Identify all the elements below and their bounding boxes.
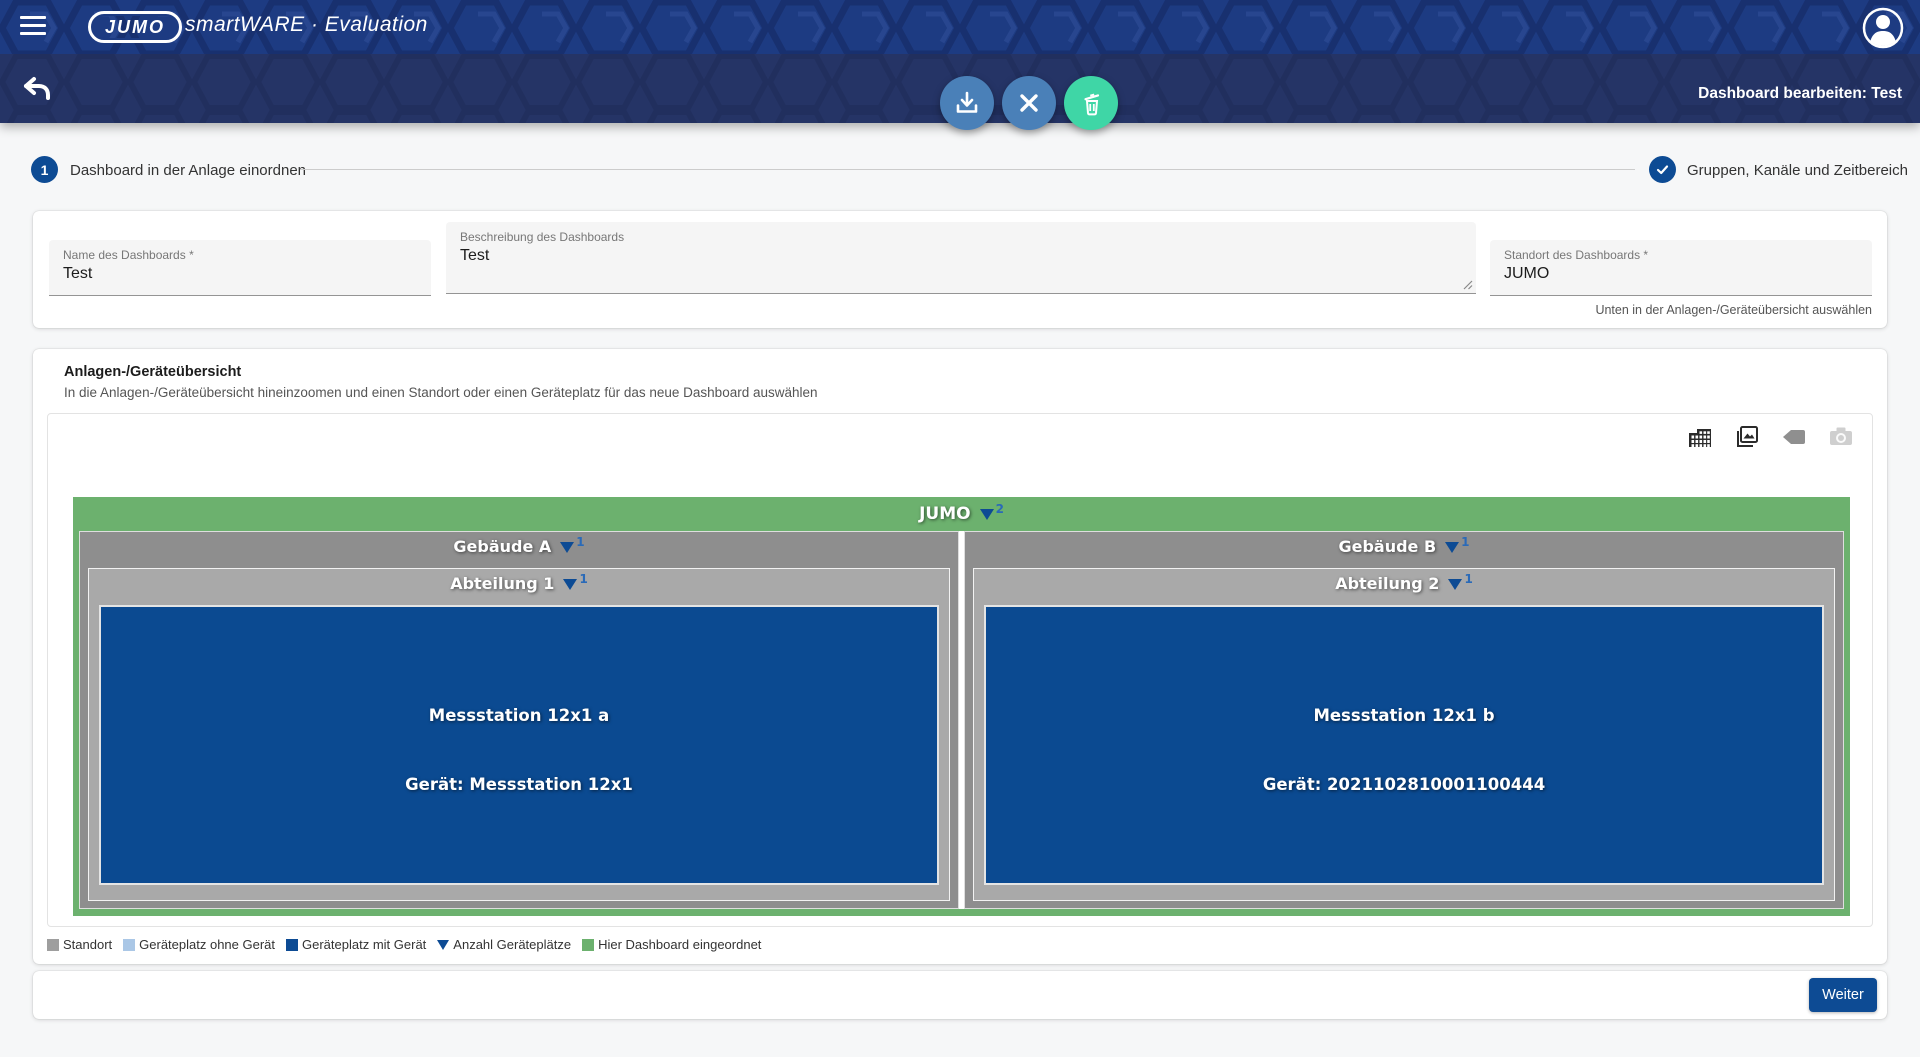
dashboard-here-swatch: [582, 939, 594, 951]
device-slot-a[interactable]: Messstation 12x1 a Gerät: Messstation 12…: [99, 605, 939, 885]
plant-map: JUMO 2 Gebäude A 1: [73, 497, 1850, 916]
wizard-footer-card: Weiter: [33, 971, 1887, 1019]
image-view-icon[interactable]: [1732, 422, 1762, 452]
plant-overview-card: Anlagen-/Geräteübersicht In die Anlagen-…: [33, 349, 1887, 964]
location-hint: Unten in der Anlagen-/Geräteübersicht au…: [1595, 303, 1872, 317]
close-icon: [1017, 91, 1041, 115]
wizard-stepper: 1 Dashboard in der Anlage einordnen Grup…: [0, 150, 1920, 190]
description-field[interactable]: Beschreibung des Dashboards: [446, 222, 1476, 294]
description-field-label: Beschreibung des Dashboards: [446, 222, 1476, 244]
name-field[interactable]: Name des Dashboards *: [49, 240, 431, 296]
legend-slot-filled-label: Geräteplatz mit Gerät: [302, 937, 426, 952]
station-a-name: Messstation 12x1 a: [101, 706, 937, 725]
save-button[interactable]: [940, 76, 994, 130]
legend-standort: Standort: [47, 937, 112, 952]
delete-button[interactable]: [1064, 76, 1118, 130]
step-1-number: 1: [41, 162, 49, 178]
resize-handle-icon[interactable]: [1462, 279, 1473, 290]
jumo-logo: JUMO: [88, 11, 182, 43]
cancel-button[interactable]: [1002, 76, 1056, 130]
legend-slot-empty-label: Geräteplatz ohne Gerät: [139, 937, 275, 952]
slot-empty-swatch: [123, 939, 135, 951]
description-input[interactable]: [446, 244, 1458, 283]
overview-subtitle: In die Anlagen-/Geräteübersicht hineinzo…: [64, 385, 818, 400]
site-count-triangle-icon: [980, 509, 994, 520]
map-legend: Standort Geräteplatz ohne Gerät Gerätepl…: [47, 937, 761, 952]
next-button[interactable]: Weiter: [1809, 978, 1877, 1012]
department-1-count: 1: [579, 572, 587, 586]
site-label: JUMO 2: [919, 504, 1004, 524]
building-b-count-triangle-icon: [1445, 542, 1459, 553]
dashboard-form-card: Name des Dashboards * Beschreibung des D…: [33, 211, 1887, 328]
building-b-name: Gebäude B: [1338, 537, 1436, 556]
map-toolbar: [1685, 422, 1856, 452]
page-title: Dashboard bearbeiten: Test: [1698, 85, 1902, 103]
building-b[interactable]: Gebäude B 1 Abteilung 2 1: [964, 531, 1844, 909]
overview-title: Anlagen-/Geräteübersicht: [64, 364, 241, 380]
site-name: JUMO: [919, 504, 971, 524]
trash-icon: [1078, 90, 1105, 117]
building-b-label: Gebäude B 1: [1338, 537, 1469, 556]
slot-filled-swatch: [286, 939, 298, 951]
department-2-count-triangle-icon: [1448, 579, 1462, 590]
step-1-label: Dashboard in der Anlage einordnen: [70, 162, 306, 179]
menu-icon[interactable]: [20, 16, 48, 38]
building-b-count: 1: [1461, 535, 1469, 549]
department-2-label: Abteilung 2 1: [1335, 574, 1473, 593]
building-a-count-triangle-icon: [560, 542, 574, 553]
legend-dashboard-here-label: Hier Dashboard eingeordnet: [598, 937, 761, 952]
check-icon: [1655, 162, 1670, 177]
name-field-label: Name des Dashboards *: [49, 240, 431, 262]
legend-geraeteplatz-ohne-geraet: Geräteplatz ohne Gerät: [123, 937, 275, 952]
standort-swatch: [47, 939, 59, 951]
location-field-label: Standort des Dashboards *: [1490, 240, 1872, 262]
count-triangle-swatch: [437, 940, 449, 950]
building-a[interactable]: Gebäude A 1 Abteilung 1 1: [79, 531, 959, 909]
department-2-count: 1: [1464, 572, 1472, 586]
legend-hier-dashboard: Hier Dashboard eingeordnet: [582, 937, 761, 952]
account-icon[interactable]: [1862, 7, 1904, 49]
legend-standort-label: Standort: [63, 937, 112, 952]
download-icon: [954, 90, 980, 116]
building-a-label: Gebäude A 1: [453, 537, 584, 556]
legend-anzahl-geraeteplaetze: Anzahl Geräteplätze: [437, 937, 571, 952]
camera-icon[interactable]: [1826, 422, 1856, 452]
device-slot-b[interactable]: Messstation 12x1 b Gerät: 20211028100011…: [984, 605, 1824, 885]
building-a-count: 1: [576, 535, 584, 549]
eraser-icon[interactable]: [1779, 422, 1809, 452]
app-title: smartWARE · Evaluation: [185, 13, 428, 37]
department-2-name: Abteilung 2: [1335, 574, 1439, 593]
legend-count-label: Anzahl Geräteplätze: [453, 937, 571, 952]
back-icon[interactable]: [22, 76, 52, 102]
department-1[interactable]: Abteilung 1 1 Messstation 12x1 a Gerät: …: [88, 568, 950, 901]
department-1-count-triangle-icon: [563, 579, 577, 590]
plant-view-icon[interactable]: [1685, 422, 1715, 452]
location-input[interactable]: [1490, 262, 1854, 283]
building-a-name: Gebäude A: [453, 537, 551, 556]
step-2-label: Gruppen, Kanäle und Zeitbereich: [1687, 162, 1908, 179]
step-1-indicator[interactable]: 1: [31, 156, 58, 183]
jumo-logo-text: JUMO: [105, 17, 165, 38]
site-count: 2: [996, 502, 1004, 516]
plant-map-panel: JUMO 2 Gebäude A 1: [47, 413, 1873, 927]
stepper-connector: [300, 169, 1635, 170]
department-1-label: Abteilung 1 1: [450, 574, 588, 593]
department-2[interactable]: Abteilung 2 1 Messstation 12x1 b Gerät: …: [973, 568, 1835, 901]
location-field[interactable]: Standort des Dashboards *: [1490, 240, 1872, 296]
name-input[interactable]: [49, 262, 413, 283]
station-a-device: Gerät: Messstation 12x1: [101, 775, 937, 794]
station-b-name: Messstation 12x1 b: [986, 706, 1822, 725]
app-header: JUMO smartWARE · Evaluation: [0, 0, 1920, 54]
station-b-device: Gerät: 2021102810001100444: [986, 775, 1822, 794]
buildings-row: Gebäude A 1 Abteilung 1 1: [79, 531, 1844, 909]
legend-geraeteplatz-mit-geraet: Geräteplatz mit Gerät: [286, 937, 426, 952]
department-1-name: Abteilung 1: [450, 574, 554, 593]
site-jumo[interactable]: JUMO 2: [73, 497, 1850, 531]
step-2-indicator[interactable]: [1649, 156, 1676, 183]
